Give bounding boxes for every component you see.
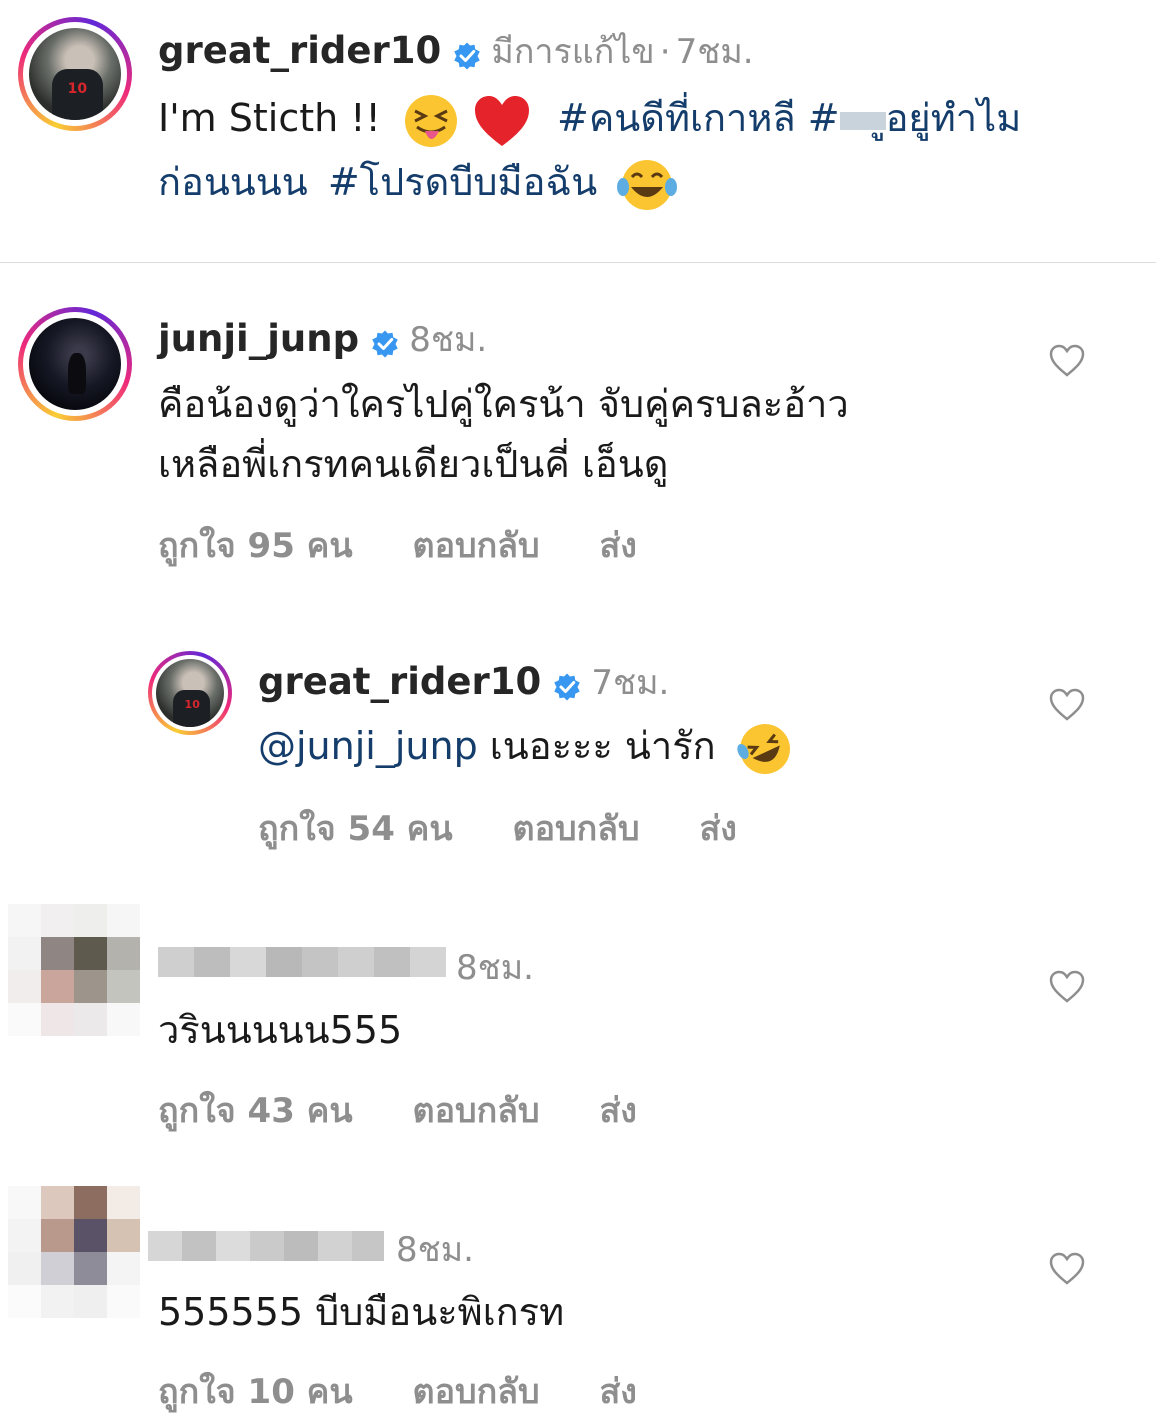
censored-text (839, 111, 886, 130)
post-time: 7ชม. (675, 32, 754, 72)
hashtag-rest: ูอยู่ทำไม (885, 96, 1022, 140)
like-heart-icon[interactable] (1049, 344, 1085, 378)
send-button[interactable]: ส่ง (599, 1091, 636, 1131)
commenter-avatar[interactable] (18, 307, 132, 421)
send-button[interactable]: ส่ง (599, 1372, 636, 1412)
blurred-avatar[interactable] (8, 1186, 140, 1318)
reply-button[interactable]: ตอบกลับ (413, 526, 540, 566)
comment-text-line: คือน้องดูว่าใครไปคู่ใครน้า จับคู่ครบละอ้… (158, 382, 849, 426)
edited-label: มีการแก้ไข (491, 32, 655, 72)
comment-time: 8ชม. (456, 948, 534, 988)
likes-count[interactable]: ถูกใจ 54 คน (258, 809, 453, 849)
blurred-username[interactable] (148, 1231, 384, 1261)
send-button[interactable]: ส่ง (599, 526, 636, 566)
comment-body: 555555 บีบมือนะพิเกรท (158, 1290, 565, 1334)
meta-separator: · (659, 32, 671, 72)
blurred-username[interactable] (158, 947, 446, 977)
hashtag-continuation[interactable]: ก่อนนนน (158, 160, 308, 204)
likes-count[interactable]: ถูกใจ 95 คน (158, 526, 353, 566)
commenter-username[interactable]: junji_junp (158, 317, 359, 360)
like-heart-icon[interactable] (1049, 1252, 1085, 1286)
hashtag-link[interactable]: #ูอยู่ทำไม (808, 96, 1021, 140)
verified-badge-icon (554, 673, 581, 700)
comment-body: วรินนนนน555 (158, 1008, 403, 1052)
reply-button[interactable]: ตอบกลับ (513, 809, 640, 849)
rolling-laughing-emoji-icon (737, 723, 790, 774)
post-author-avatar[interactable]: 10 (18, 17, 132, 131)
reply-button[interactable]: ตอบกลับ (413, 1372, 540, 1412)
comment-actions: ถูกใจ 10 คน ตอบกลับ ส่ง (158, 1364, 685, 1418)
likes-count[interactable]: ถูกใจ 10 คน (158, 1372, 353, 1412)
comment-body: คือน้องดูว่าใครไปคู่ใครน้า จับคู่ครบละอ้… (158, 374, 1018, 494)
likes-count[interactable]: ถูกใจ 43 คน (158, 1091, 353, 1131)
verified-badge-icon (372, 330, 398, 357)
comment-actions: ถูกใจ 95 คน ตอบกลับ ส่ง (158, 518, 685, 572)
blurred-avatar[interactable] (8, 904, 140, 1036)
like-heart-icon[interactable] (1049, 688, 1085, 722)
post-username[interactable]: great_rider10 (158, 29, 441, 72)
hashtag-link[interactable]: #คนดีที่เกาหลี (557, 96, 796, 140)
mention-link[interactable]: @junji_junp (258, 724, 478, 768)
hashtag-link[interactable]: #โปรดบีบมือฉัน (328, 160, 597, 204)
comment-text-line: เหลือพี่เกรทคนเดียวเป็นคี่ เอ็นดู (158, 442, 669, 486)
reply-text: เนอะะะ น่ารัก (489, 724, 716, 768)
comment-time: 8ชม. (396, 1230, 474, 1270)
reply-time: 7ชม. (591, 663, 670, 703)
reply-header: great_rider10 7ชม. (258, 655, 669, 709)
tears-of-joy-emoji-icon (617, 159, 678, 210)
caption-text: I'm Sticth !! (158, 96, 381, 140)
comment-time: 8ชม. (409, 320, 488, 360)
reply-button[interactable]: ตอบกลับ (413, 1091, 540, 1131)
reply-body: @junji_junp เนอะะะ น่ารัก (258, 716, 794, 778)
like-heart-icon[interactable] (1049, 970, 1085, 1004)
comment-header: junji_junp 8ชม. (158, 312, 487, 366)
verified-badge-icon (454, 42, 481, 69)
hashtag-prefix: # (807, 96, 840, 140)
reply-actions: ถูกใจ 54 คน ตอบกลับ ส่ง (258, 801, 785, 855)
squinting-tongue-emoji-icon (404, 94, 457, 147)
post-header: great_rider10 มีการแก้ไข · 7ชม. (158, 24, 754, 78)
send-button[interactable]: ส่ง (699, 809, 736, 849)
post-caption: I'm Sticth !! #คนดีที่เกาหลี #ูอยู่ทำไม … (158, 86, 1118, 214)
comment-actions: ถูกใจ 43 คน ตอบกลับ ส่ง (158, 1083, 685, 1137)
post-divider (0, 262, 1156, 263)
red-heart-emoji-icon (474, 95, 529, 146)
reply-author-avatar[interactable]: 10 (148, 651, 232, 735)
reply-username[interactable]: great_rider10 (258, 660, 541, 703)
